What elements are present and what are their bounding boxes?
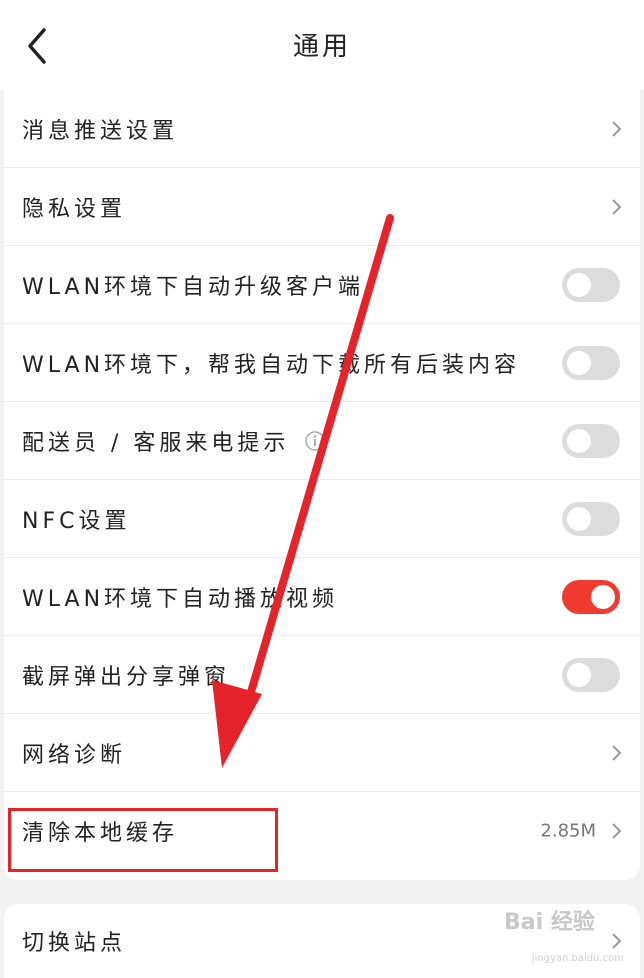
row-network-diagnosis[interactable]: 网络诊断 — [4, 714, 640, 792]
header: 通用 — [0, 0, 644, 90]
settings-card: 消息推送设置 隐私设置 WLAN环境下自动升级客户端 WLAN环境下，帮我自动下… — [4, 90, 640, 880]
info-icon[interactable] — [304, 430, 326, 452]
row-nfc: NFC设置 — [4, 480, 640, 558]
row-push-settings[interactable]: 消息推送设置 — [4, 90, 640, 168]
toggle-knob — [567, 272, 591, 297]
toggle-knob — [591, 584, 615, 609]
screenshot-share-toggle[interactable] — [562, 657, 620, 692]
row-call-reminder: 配送员 / 客服来电提示 — [4, 402, 640, 480]
watermark-sub: jingyan.baidu.com — [531, 953, 624, 964]
toggle-knob — [567, 662, 591, 687]
nfc-label: NFC设置 — [22, 508, 131, 534]
switch-site-label: 切换站点 — [22, 931, 127, 956]
cache-size-value: 2.85M — [540, 820, 596, 842]
screenshot-share-label: 截屏弹出分享弹窗 — [22, 664, 231, 690]
row-wlan-autoplay: WLAN环境下自动播放视频 — [4, 558, 640, 636]
toggle-knob — [567, 506, 591, 531]
wlan-auto-upgrade-toggle[interactable] — [562, 267, 620, 302]
wlan-auto-download-label: WLAN环境下，帮我自动下载所有后装内容 — [22, 352, 521, 378]
nfc-toggle[interactable] — [562, 501, 620, 536]
wlan-autoplay-label: WLAN环境下自动播放视频 — [22, 586, 339, 612]
chevron-right-icon — [612, 198, 622, 215]
chevron-right-icon — [612, 120, 622, 137]
push-settings-label: 消息推送设置 — [22, 118, 179, 144]
network-diagnosis-label: 网络诊断 — [22, 742, 127, 768]
wlan-auto-upgrade-label: WLAN环境下自动升级客户端 — [22, 274, 365, 300]
chevron-right-icon — [612, 823, 622, 839]
toggle-knob — [567, 428, 591, 453]
chevron-right-icon — [612, 744, 622, 761]
wlan-auto-download-toggle[interactable] — [562, 345, 620, 380]
row-screenshot-share: 截屏弹出分享弹窗 — [4, 636, 640, 714]
toggle-knob — [567, 350, 591, 375]
row-privacy-settings[interactable]: 隐私设置 — [4, 168, 640, 246]
highlight-box — [8, 808, 278, 872]
page-title: 通用 — [292, 32, 351, 62]
watermark-text: Bai 经验 — [504, 910, 595, 935]
privacy-settings-label: 隐私设置 — [22, 196, 127, 222]
call-reminder-label: 配送员 / 客服来电提示 — [22, 430, 290, 456]
wlan-autoplay-toggle[interactable] — [562, 579, 620, 614]
call-reminder-toggle[interactable] — [562, 423, 620, 458]
watermark: Bai 经验 jingyan.baidu.com — [504, 898, 624, 964]
row-wlan-auto-download: WLAN环境下，帮我自动下载所有后装内容 — [4, 324, 640, 402]
row-wlan-auto-upgrade: WLAN环境下自动升级客户端 — [4, 246, 640, 324]
